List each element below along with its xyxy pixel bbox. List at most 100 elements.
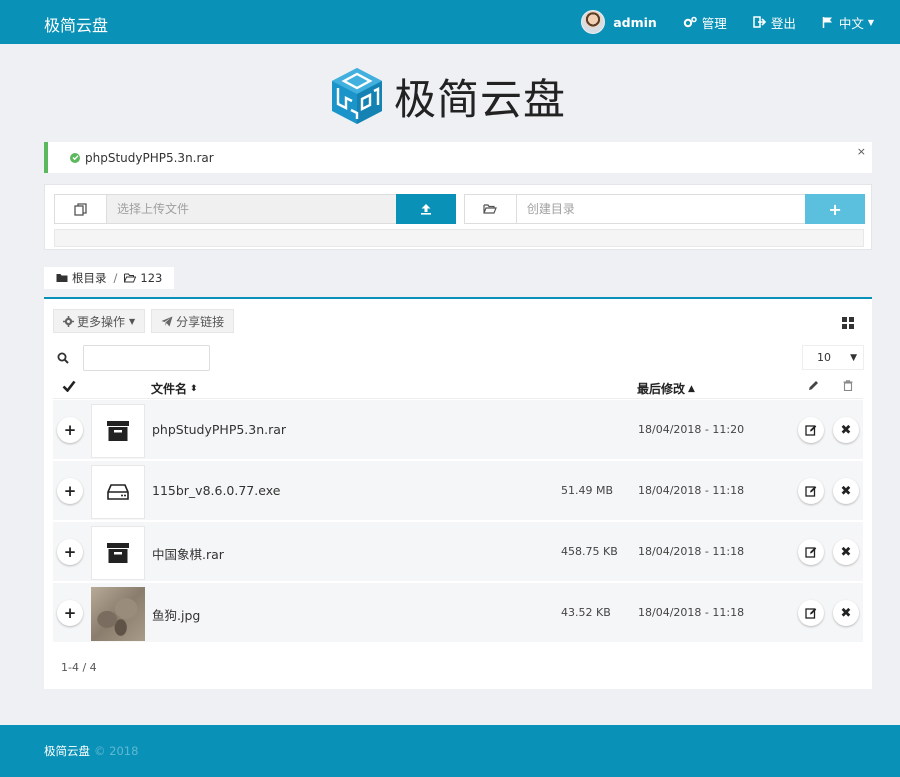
create-dir-group: + <box>464 194 865 224</box>
upload-progress <box>54 229 864 247</box>
caret-down-icon: ▼ <box>850 352 857 363</box>
page-size-select[interactable]: 10 ▼ <box>802 345 864 370</box>
share-link-button[interactable]: 分享链接 <box>151 309 235 333</box>
breadcrumb-separator: / <box>113 271 118 285</box>
file-size: 458.75 KB <box>561 545 618 558</box>
brand-link[interactable]: 极简云盘 <box>44 12 108 36</box>
alert-close-button[interactable]: × <box>857 145 866 158</box>
upload-icon <box>421 204 431 215</box>
expand-button[interactable]: + <box>57 478 83 504</box>
table-row[interactable]: + phpStudyPHP5.3n.rar 18/04/2018 - 11:20… <box>53 400 863 460</box>
col-name-header[interactable]: 文件名 ⬍ <box>151 380 198 397</box>
footer-copyright: © 2018 <box>94 744 139 758</box>
trash-icon <box>843 380 853 394</box>
hard-drive-icon <box>107 484 129 500</box>
caret-down-icon: ▼ <box>867 17 874 27</box>
logo-text: 极简云盘 <box>394 74 567 124</box>
breadcrumb-current: 123 <box>140 271 163 285</box>
top-navbar: 极简云盘 admin 管理 登出 中文 ▼ <box>0 0 900 44</box>
site-logo: 极简云盘 <box>330 64 566 128</box>
image-thumbnail <box>91 587 145 641</box>
file-name[interactable]: 中国象棋.rar <box>152 544 224 563</box>
file-size: 43.52 KB <box>561 606 611 619</box>
file-name[interactable]: phpStudyPHP5.3n.rar <box>152 422 286 437</box>
delete-button[interactable]: ✖ <box>833 478 859 504</box>
language-label: 中文 <box>838 15 864 31</box>
logout-link[interactable]: 登出 <box>753 13 796 32</box>
gear-icon <box>63 315 74 327</box>
user-menu[interactable]: admin <box>581 10 657 34</box>
folder-open-icon <box>483 204 498 214</box>
avatar <box>581 10 606 34</box>
edit-button[interactable] <box>798 417 824 443</box>
archive-icon <box>107 543 129 563</box>
select-all-check-icon[interactable] <box>62 380 76 395</box>
file-thumbnail <box>91 587 145 641</box>
file-thumbnail <box>91 526 145 580</box>
edit-icon <box>805 547 817 558</box>
col-modified-label: 最后修改 <box>637 382 686 396</box>
expand-button[interactable]: + <box>57 417 83 443</box>
expand-button[interactable]: + <box>57 600 83 626</box>
sort-asc-icon: ▲ <box>688 383 695 394</box>
files-addon <box>55 195 107 223</box>
language-dropdown[interactable]: 中文 ▼ <box>822 13 874 32</box>
nav-right: admin 管理 登出 中文 ▼ <box>555 0 874 44</box>
file-date: 18/04/2018 - 11:18 <box>638 606 745 619</box>
expand-button[interactable]: + <box>57 539 83 565</box>
grid-view-icon[interactable] <box>842 317 854 332</box>
file-date: 18/04/2018 - 11:18 <box>638 545 745 558</box>
table-row[interactable]: + 115br_v8.6.0.77.exe 51.49 MB 18/04/201… <box>53 461 863 521</box>
delete-button[interactable]: ✖ <box>833 600 859 626</box>
folder-open-icon <box>124 273 137 283</box>
edit-icon <box>805 486 817 497</box>
edit-button[interactable] <box>798 539 824 565</box>
paper-plane-icon <box>161 316 173 327</box>
edit-button[interactable] <box>798 600 824 626</box>
file-name[interactable]: 鱼狗.jpg <box>152 605 200 624</box>
file-name[interactable]: 115br_v8.6.0.77.exe <box>152 483 280 498</box>
gears-icon <box>683 16 697 28</box>
archive-icon <box>107 421 129 441</box>
col-modified-header[interactable]: 最后修改 ▲ <box>637 380 695 397</box>
create-dir-input[interactable] <box>516 195 806 223</box>
search-row <box>53 345 210 371</box>
edit-icon <box>805 608 817 619</box>
user-name: admin <box>613 14 657 30</box>
upload-button[interactable] <box>396 194 456 224</box>
caret-down-icon: ▼ <box>129 316 136 326</box>
alert-message: phpStudyPHP5.3n.rar <box>85 150 214 165</box>
folder-icon <box>56 273 68 283</box>
search-input[interactable] <box>83 345 210 371</box>
footer-brand[interactable]: 极简云盘 <box>44 743 90 759</box>
sign-out-icon <box>753 16 766 28</box>
edit-icon <box>805 425 817 436</box>
pagination-info: 1-4 / 4 <box>61 661 97 674</box>
search-icon <box>57 352 69 364</box>
breadcrumb: 根目录 / 123 <box>44 267 175 289</box>
col-name-label: 文件名 <box>151 382 188 396</box>
folder-addon <box>465 195 517 223</box>
file-size: 51.49 MB <box>561 484 614 497</box>
delete-button[interactable]: ✖ <box>833 417 859 443</box>
success-alert: phpStudyPHP5.3n.rar × <box>44 142 872 173</box>
share-link-label: 分享链接 <box>176 314 225 329</box>
manage-link[interactable]: 管理 <box>683 13 727 32</box>
file-thumbnail <box>91 465 145 519</box>
table-row[interactable]: + 鱼狗.jpg 43.52 KB 18/04/2018 - 11:18 ✖ <box>53 583 863 643</box>
file-thumbnail <box>91 404 145 458</box>
upload-panel: + <box>44 184 872 250</box>
upload-file-group <box>54 194 456 224</box>
table-row[interactable]: + 中国象棋.rar 458.75 KB 18/04/2018 - 11:18 … <box>53 522 863 582</box>
delete-button[interactable]: ✖ <box>833 539 859 565</box>
breadcrumb-root[interactable]: 根目录 <box>72 270 107 286</box>
upload-file-input[interactable] <box>107 195 396 223</box>
file-date: 18/04/2018 - 11:20 <box>638 423 745 436</box>
edit-button[interactable] <box>798 478 824 504</box>
table-header: 文件名 ⬍ 最后修改 ▲ <box>53 375 863 399</box>
more-actions-label: 更多操作 <box>77 314 126 329</box>
page-size-value: 10 <box>817 351 831 364</box>
file-date: 18/04/2018 - 11:18 <box>638 484 745 497</box>
create-dir-button[interactable]: + <box>805 194 865 224</box>
more-actions-button[interactable]: 更多操作 ▼ <box>53 309 146 333</box>
